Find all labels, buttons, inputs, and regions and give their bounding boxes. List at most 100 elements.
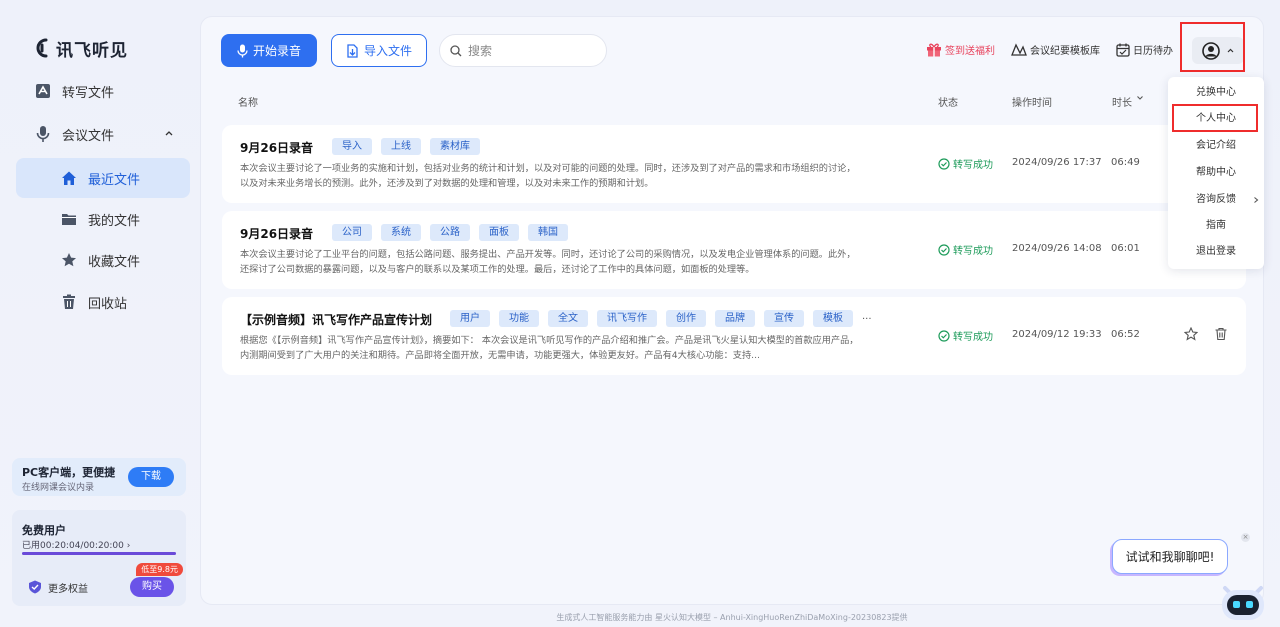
tag[interactable]: 素材库 — [430, 138, 480, 155]
status-badge: 转写成功 — [938, 328, 993, 343]
column-header-status: 状态 — [938, 98, 958, 109]
search-icon — [450, 44, 462, 56]
checkin-gift-link[interactable]: 签到送福利 — [926, 42, 995, 57]
tag[interactable]: 讯飞写作 — [597, 310, 657, 327]
gift-icon — [927, 43, 941, 57]
pc-client-promo: PC客户端，更便捷 在线网课会议内录 下载 — [12, 458, 186, 496]
column-header-time: 操作时间 — [1012, 98, 1052, 109]
shield-check-icon — [29, 580, 41, 594]
menu-item-feedback[interactable]: 咨询反馈 — [1168, 190, 1264, 210]
file-row[interactable]: 【示例音频】讯飞写作产品宣传计划 用户 功能 全文 讯飞写作 创作 品牌 宣传 … — [222, 297, 1246, 375]
nav-meeting-label: 会议文件 — [62, 128, 115, 144]
delete-trash-icon[interactable] — [1214, 327, 1228, 341]
tag-list: 导入 上线 素材库 — [332, 138, 480, 155]
chat-prompt-bubble[interactable]: 试试和我聊聊吧! — [1112, 539, 1228, 574]
highlight-box-user-menu — [1180, 22, 1245, 72]
template-icon — [1011, 43, 1027, 56]
file-title[interactable]: 9月26日录音 — [240, 225, 313, 242]
tag[interactable]: 宣传 — [764, 310, 804, 327]
star-icon — [60, 251, 78, 269]
start-recording-button[interactable]: 开始录音 — [221, 34, 317, 67]
tag[interactable]: 导入 — [332, 138, 372, 155]
nav-favorites-label: 收藏文件 — [88, 254, 141, 270]
sidebar: 讯飞听见 转写文件 会议文件 最近文件 我的文件 收藏文件 回收站 PC客户端，… — [0, 0, 200, 627]
menu-item-logout[interactable]: 退出登录 — [1168, 242, 1264, 262]
file-title[interactable]: 9月26日录音 — [240, 139, 313, 156]
tag[interactable]: 模板 — [813, 310, 853, 327]
tag-list: 用户 功能 全文 讯飞写作 创作 品牌 宣传 模板 ... — [450, 310, 872, 327]
buy-button[interactable]: 购买 — [130, 577, 174, 597]
nav-recent-label: 最近文件 — [88, 172, 141, 188]
check-circle-icon — [938, 157, 950, 170]
nav-favorites[interactable]: 收藏文件 — [16, 240, 190, 280]
usage-bar-fill — [22, 552, 176, 555]
microphone-icon — [237, 44, 248, 57]
tag[interactable]: 全文 — [548, 310, 588, 327]
nav-recycle-bin[interactable]: 回收站 — [16, 282, 190, 322]
nav-recent-files[interactable]: 最近文件 — [16, 158, 190, 198]
home-icon — [60, 169, 78, 187]
menu-item-exchange-center[interactable]: 兑换中心 — [1168, 83, 1264, 103]
tag[interactable]: 面板 — [479, 224, 519, 241]
footer-note: 生成式人工智能服务能力由 星火认知大模型 – Anhui-XingHuoRenZ… — [556, 613, 908, 622]
favorite-star-icon[interactable] — [1184, 327, 1198, 341]
plan-title: 免费用户 — [22, 524, 66, 537]
tag[interactable]: 系统 — [381, 224, 421, 241]
nav-transcribe-files[interactable]: 转写文件 — [16, 71, 190, 111]
usage-bar — [22, 552, 176, 555]
logo-text: 讯飞听见 — [56, 40, 128, 61]
file-summary: 根据您《【示例音频】讯飞写作产品宣传计划》，摘要如下： 本次会议是讯飞听见写作的… — [240, 335, 859, 361]
column-header-duration[interactable]: 时长 — [1112, 94, 1144, 109]
file-row[interactable]: 9月26日录音 导入 上线 素材库 本次会议主要讨论了一项业务的实施和计划，包括… — [222, 125, 1246, 203]
microphone-icon — [34, 125, 52, 143]
minutes-template-link[interactable]: 会议纪要模板库 — [1011, 42, 1100, 57]
tag[interactable]: 韩国 — [528, 224, 568, 241]
column-header-name: 名称 — [238, 98, 258, 109]
chevron-down-icon — [1137, 96, 1143, 100]
pc-promo-title: PC客户端，更便捷 — [22, 466, 116, 479]
tag-list: 公司 系统 公路 面板 韩国 — [332, 224, 568, 241]
search-input[interactable] — [468, 43, 588, 58]
tag[interactable]: 功能 — [499, 310, 539, 327]
file-row[interactable]: 9月26日录音 公司 系统 公路 面板 韩国 本次会议主要讨论了工业平台的问题，… — [222, 211, 1246, 289]
status-badge: 转写成功 — [938, 156, 993, 171]
status-badge: 转写成功 — [938, 242, 993, 257]
usage-text[interactable]: 已用00:20:04/00:20:00 › — [22, 538, 130, 551]
menu-item-intro[interactable]: 会记介绍 — [1168, 136, 1264, 156]
tags-more[interactable]: ... — [862, 310, 872, 327]
nav-transcribe-label: 转写文件 — [62, 85, 115, 101]
nav-my-files-label: 我的文件 — [88, 213, 141, 229]
file-duration: 06:01 — [1111, 243, 1140, 254]
file-duration: 06:49 — [1111, 157, 1140, 168]
search-box[interactable] — [439, 34, 607, 67]
assistant-robot-icon[interactable] — [1219, 582, 1267, 622]
more-benefits-link[interactable]: 更多权益 — [48, 580, 88, 595]
close-icon[interactable]: × — [1241, 533, 1250, 542]
menu-item-guide[interactable]: 指南 — [1168, 216, 1264, 236]
download-button[interactable]: 下载 — [128, 467, 174, 487]
logo-icon — [36, 38, 48, 58]
calendar-todo-link[interactable]: 日历待办 — [1116, 42, 1173, 57]
menu-item-help-center[interactable]: 帮助中心 — [1168, 163, 1264, 183]
tag[interactable]: 创作 — [666, 310, 706, 327]
tag[interactable]: 上线 — [381, 138, 421, 155]
logo[interactable]: 讯飞听见 — [32, 34, 128, 62]
tag[interactable]: 品牌 — [715, 310, 755, 327]
tag[interactable]: 公司 — [332, 224, 372, 241]
transcribe-icon — [34, 82, 52, 100]
file-duration: 06:52 — [1111, 329, 1140, 340]
highlight-box-personal-center — [1172, 104, 1258, 132]
nav-meeting-files[interactable]: 会议文件 — [16, 114, 190, 154]
nav-my-files[interactable]: 我的文件 — [16, 199, 190, 239]
tag[interactable]: 公路 — [430, 224, 470, 241]
folder-icon — [60, 210, 78, 228]
tag[interactable]: 用户 — [450, 310, 490, 327]
import-file-button[interactable]: 导入文件 — [331, 34, 427, 67]
file-title[interactable]: 【示例音频】讯飞写作产品宣传计划 — [240, 311, 432, 328]
file-time: 2024/09/12 19:33 — [1012, 329, 1102, 340]
file-time: 2024/09/26 17:37 — [1012, 157, 1102, 168]
file-time: 2024/09/26 14:08 — [1012, 243, 1102, 254]
chevron-up-icon[interactable] — [164, 128, 174, 138]
user-plan-card: 免费用户 已用00:20:04/00:20:00 › 更多权益 低至9.8元 购… — [12, 510, 186, 606]
price-badge: 低至9.8元 — [136, 563, 183, 576]
